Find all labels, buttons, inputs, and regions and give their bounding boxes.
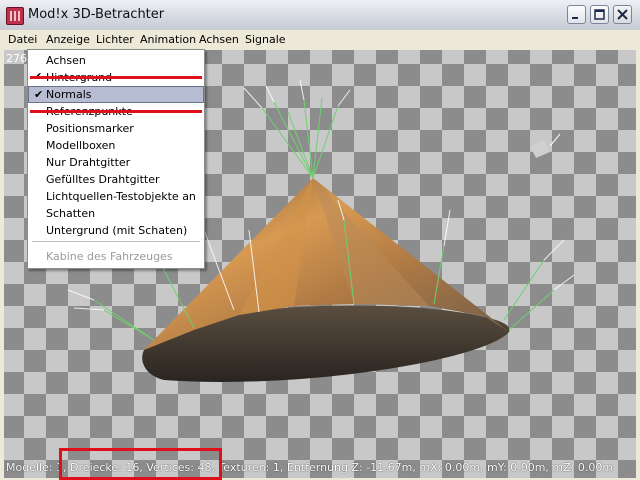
- annotation-underline-top: [30, 76, 202, 80]
- menu-datei[interactable]: Datei: [8, 33, 37, 46]
- title-bar[interactable]: Mod!x 3D-Betrachter: [0, 0, 640, 31]
- menu-item-untergrund[interactable]: Untergrund (mit Schaten): [28, 222, 204, 239]
- annotation-underline-bottom: [30, 110, 202, 114]
- menu-signale[interactable]: Signale: [245, 33, 286, 46]
- menu-item-gefuelltes-drahtgitter[interactable]: Gefülltes Drahtgitter: [28, 171, 204, 188]
- anzeige-dropdown: Achsen ✔ Hintergrund ✔ Normals Referenzpun…: [27, 49, 205, 269]
- close-button[interactable]: [613, 5, 632, 24]
- check-icon: ✔: [34, 88, 44, 101]
- menu-anzeige[interactable]: Anzeige: [46, 33, 90, 46]
- fps-counter: 276: [6, 52, 27, 65]
- menu-item-achsen[interactable]: Achsen: [28, 52, 204, 69]
- menu-item-kabine: Kabine des Fahrzeuges: [46, 250, 173, 263]
- window-title: Mod!x 3D-Betrachter: [28, 7, 165, 22]
- menu-item-schatten[interactable]: Schatten: [28, 205, 204, 222]
- menu-item-nur-drahtgitter[interactable]: Nur Drahtgitter: [28, 154, 204, 171]
- minimize-icon: [572, 17, 578, 19]
- app-icon: [6, 7, 24, 25]
- menu-item-modellboxen[interactable]: Modellboxen: [28, 137, 204, 154]
- menu-achsen[interactable]: Achsen: [199, 33, 239, 46]
- menu-bar: Datei Anzeige Lichter Animation Achsen S…: [0, 30, 640, 50]
- maximize-button[interactable]: [590, 5, 609, 24]
- menu-item-normals[interactable]: ✔ Normals: [28, 86, 204, 103]
- light-marker: [530, 133, 561, 158]
- annotation-box-status: [59, 448, 222, 480]
- menu-animation[interactable]: Animation: [140, 33, 196, 46]
- close-icon: [617, 9, 628, 20]
- minimize-button[interactable]: [567, 5, 586, 24]
- menu-separator: [32, 241, 200, 242]
- menu-lichter[interactable]: Lichter: [96, 33, 134, 46]
- menu-item-positionsmarker[interactable]: Positionsmarker: [28, 120, 204, 137]
- maximize-icon: [594, 9, 605, 20]
- menu-item-lichtquellen[interactable]: Lichtquellen-Testobjekte an: [28, 188, 204, 205]
